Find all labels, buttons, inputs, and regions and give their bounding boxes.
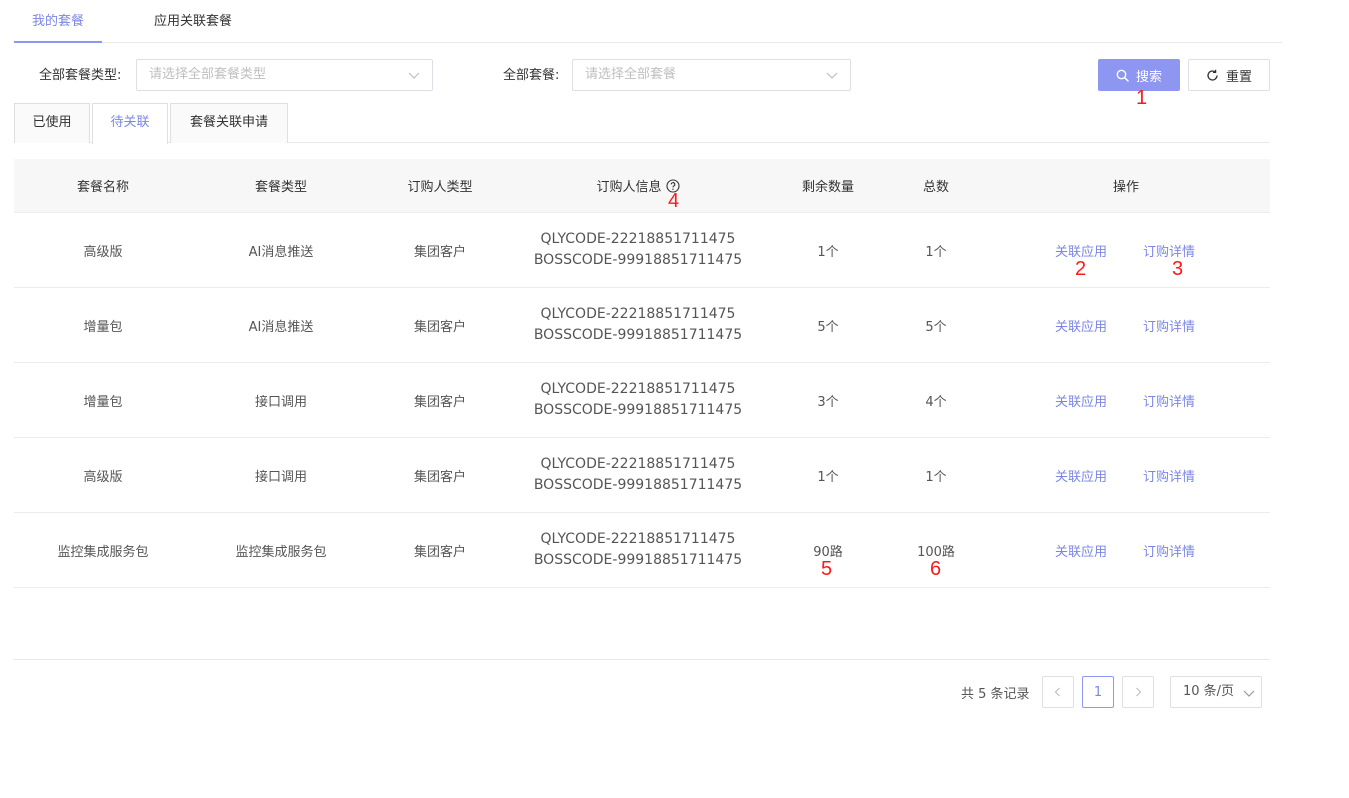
table-row: 高级版 接口调用 集团客户 QLYCODE-22218851711475 BOS… (14, 438, 1270, 513)
boss-code: BOSSCODE-99918851711475 (533, 402, 743, 418)
chevron-right-icon (1136, 687, 1142, 697)
status-tabs: 已使用 待关联 套餐关联申请 (14, 103, 1270, 144)
cell-package-name: 高级版 (83, 469, 123, 485)
tab-my-packages[interactable]: 我的套餐 (14, 0, 102, 43)
qly-code: QLYCODE-22218851711475 (540, 231, 736, 247)
boss-code: BOSSCODE-99918851711475 (533, 252, 743, 268)
boss-code: BOSSCODE-99918851711475 (533, 552, 743, 568)
chevron-left-icon (1054, 687, 1060, 697)
cell-buyer-info: QLYCODE-22218851711475 BOSSCODE-99918851… (510, 438, 766, 512)
header-remaining: 剩余数量 (801, 180, 854, 195)
table-row: 增量包 接口调用 集团客户 QLYCODE-22218851711475 BOS… (14, 363, 1270, 438)
cell-package-name: 增量包 (83, 319, 123, 335)
qly-code: QLYCODE-22218851711475 (540, 381, 736, 397)
cell-buyer-type: 集团客户 (413, 544, 466, 560)
divider (14, 659, 1270, 660)
tab-pending[interactable]: 待关联 (92, 103, 168, 144)
cell-total: 1个 (925, 244, 947, 260)
page-1-button[interactable]: 1 (1082, 676, 1114, 708)
annotation-6: 6 (930, 558, 942, 580)
prev-page-button[interactable] (1042, 676, 1074, 708)
cell-total: 5个 (925, 319, 947, 335)
order-details-button[interactable]: 订购详情 (1143, 363, 1195, 437)
order-details-button[interactable]: 订购详情 (1143, 513, 1195, 587)
reset-button-label: 重置 (1225, 69, 1252, 85)
table-row: 增量包 AI消息推送 集团客户 QLYCODE-22218851711475 B… (14, 288, 1270, 363)
boss-code: BOSSCODE-99918851711475 (533, 327, 743, 343)
package-placeholder: 请选择全部套餐 (585, 67, 677, 82)
cell-remaining: 1个 (817, 244, 839, 260)
package-type-placeholder: 请选择全部套餐类型 (149, 67, 267, 82)
reset-button[interactable]: 重置 (1188, 59, 1270, 91)
header-package-name: 套餐名称 (76, 180, 129, 195)
package-select[interactable]: 请选择全部套餐 (572, 59, 851, 91)
total-records: 共 5 条记录 (961, 687, 1030, 702)
package-label: 全部套餐: (503, 68, 560, 83)
cell-package-name: 监控集成服务包 (57, 544, 149, 560)
annotation-4: 4 (668, 190, 680, 212)
qly-code: QLYCODE-22218851711475 (540, 306, 736, 322)
packages-table: 套餐名称 套餐类型 订购人类型 订购人信息 剩余数量 总数 操作 高级版 AI消… (14, 159, 1270, 588)
cell-buyer-info: QLYCODE-22218851711475 BOSSCODE-99918851… (510, 513, 766, 587)
search-button-label: 搜索 (1135, 69, 1162, 85)
link-app-button[interactable]: 关联应用 (1055, 513, 1107, 587)
page-size-select[interactable]: 10 条/页 (1170, 676, 1262, 708)
qly-code: QLYCODE-22218851711475 (540, 456, 736, 472)
cell-package-type: AI消息推送 (248, 244, 314, 260)
tab-used[interactable]: 已使用 (14, 103, 90, 143)
cell-package-type: 接口调用 (254, 469, 307, 485)
search-icon (1116, 69, 1129, 82)
cell-buyer-type: 集团客户 (413, 244, 466, 260)
cell-buyer-type: 集团客户 (413, 394, 466, 410)
package-type-label: 全部套餐类型: (39, 68, 122, 83)
next-page-button[interactable] (1122, 676, 1154, 708)
tab-app-linked-packages[interactable]: 应用关联套餐 (138, 0, 248, 43)
order-details-button[interactable]: 订购详情 (1143, 288, 1195, 362)
annotation-2: 2 (1075, 258, 1087, 280)
cell-package-type: 接口调用 (254, 394, 307, 410)
cell-remaining: 5个 (817, 319, 839, 335)
header-total: 总数 (922, 180, 949, 195)
header-package-type: 套餐类型 (254, 180, 307, 195)
cell-buyer-type: 集团客户 (413, 469, 466, 485)
chevron-down-icon (1243, 690, 1255, 697)
chevron-down-icon (408, 72, 420, 79)
annotation-5: 5 (821, 558, 833, 580)
cell-buyer-info: QLYCODE-22218851711475 BOSSCODE-99918851… (510, 213, 766, 287)
cell-total: 1个 (925, 469, 947, 485)
table-header: 套餐名称 套餐类型 订购人类型 订购人信息 剩余数量 总数 操作 (14, 159, 1270, 213)
top-tabs: 我的套餐 应用关联套餐 (14, 0, 1282, 43)
cell-package-type: 监控集成服务包 (235, 544, 327, 560)
cell-package-name: 高级版 (83, 244, 123, 260)
header-buyer-info-label: 订购人信息 (596, 180, 662, 195)
link-app-button[interactable]: 关联应用 (1055, 438, 1107, 512)
qly-code: QLYCODE-22218851711475 (540, 531, 736, 547)
boss-code: BOSSCODE-99918851711475 (533, 477, 743, 493)
refresh-icon (1207, 69, 1218, 81)
package-type-select[interactable]: 请选择全部套餐类型 (136, 59, 433, 91)
cell-package-type: AI消息推送 (248, 319, 314, 335)
tab-link-requests[interactable]: 套餐关联申请 (170, 103, 288, 143)
chevron-down-icon (826, 72, 838, 79)
cell-buyer-type: 集团客户 (413, 319, 466, 335)
order-details-button[interactable]: 订购详情 (1143, 213, 1195, 287)
header-actions: 操作 (1112, 180, 1139, 195)
page-size-value: 10 条/页 (1183, 684, 1235, 699)
order-details-button[interactable]: 订购详情 (1143, 438, 1195, 512)
cell-remaining: 3个 (817, 394, 839, 410)
table-row: 监控集成服务包 监控集成服务包 集团客户 QLYCODE-22218851711… (14, 513, 1270, 588)
header-buyer-info: 订购人信息 (510, 159, 766, 212)
cell-buyer-info: QLYCODE-22218851711475 BOSSCODE-99918851… (510, 288, 766, 362)
cell-remaining: 1个 (817, 469, 839, 485)
link-app-button[interactable]: 关联应用 (1055, 288, 1107, 362)
cell-package-name: 增量包 (83, 394, 123, 410)
cell-buyer-info: QLYCODE-22218851711475 BOSSCODE-99918851… (510, 363, 766, 437)
annotation-3: 3 (1172, 258, 1184, 280)
cell-total: 4个 (925, 394, 947, 410)
header-buyer-type: 订购人类型 (407, 180, 473, 195)
link-app-button[interactable]: 关联应用 (1055, 363, 1107, 437)
